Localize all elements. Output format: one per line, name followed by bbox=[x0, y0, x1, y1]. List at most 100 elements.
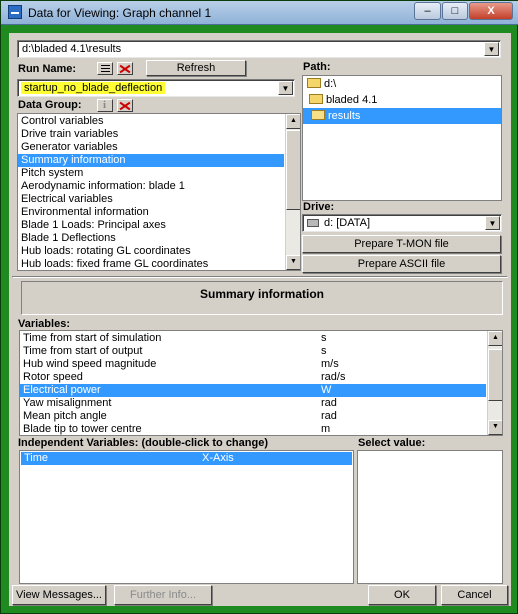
data-group-item[interactable]: Blade 1 Deflections bbox=[18, 232, 284, 245]
variable-name: Rotor speed bbox=[23, 371, 83, 383]
data-group-item[interactable]: Hub loads: rotating GL coordinates bbox=[18, 245, 284, 258]
variables-scrollbar[interactable]: ▲ ▼ bbox=[487, 331, 502, 435]
variable-row[interactable]: Time from start of simulation s bbox=[20, 332, 486, 345]
folder-open-icon bbox=[311, 110, 325, 121]
path-item-results[interactable]: results bbox=[303, 108, 501, 124]
variable-row[interactable]: Time from start of output s bbox=[20, 345, 486, 358]
scroll-thumb[interactable] bbox=[286, 130, 300, 210]
group-title-box: Summary information bbox=[21, 281, 503, 315]
variable-row[interactable]: Mean pitch angle rad bbox=[20, 410, 486, 423]
chevron-down-icon[interactable]: ▼ bbox=[484, 42, 499, 56]
path-tree[interactable]: d:\ bladed 4.1 results bbox=[302, 75, 502, 201]
data-group-item[interactable]: Aerodynamic information: blade 1 bbox=[18, 180, 284, 193]
separator bbox=[12, 276, 508, 278]
drive-value: d: [DATA] bbox=[324, 217, 371, 229]
data-group-item[interactable]: Electrical variables bbox=[18, 193, 284, 206]
scroll-thumb[interactable] bbox=[488, 349, 502, 401]
prepare-ascii-button[interactable]: Prepare ASCII file bbox=[302, 255, 501, 273]
refresh-button[interactable]: Refresh bbox=[146, 60, 246, 76]
variable-row[interactable]: Yaw misalignment rad bbox=[20, 397, 486, 410]
scroll-down-icon[interactable]: ▼ bbox=[488, 420, 502, 435]
variable-unit: s bbox=[321, 345, 327, 357]
independent-variable-row[interactable]: Time X-Axis bbox=[21, 452, 352, 465]
run-name-value: startup_no_blade_deflection bbox=[21, 82, 166, 94]
delete-icon[interactable] bbox=[117, 62, 133, 75]
path-item-label: bladed 4.1 bbox=[326, 94, 378, 106]
variable-row[interactable]: Hub wind speed magnitude m/s bbox=[20, 358, 486, 371]
variable-name: Hub wind speed magnitude bbox=[23, 358, 157, 370]
path-combo[interactable]: d:\bladed 4.1\results ▼ bbox=[17, 40, 501, 58]
app-icon bbox=[8, 5, 22, 19]
independent-variables-label: Independent Variables: (double-click to … bbox=[18, 437, 268, 449]
run-name-label: Run Name: bbox=[18, 63, 77, 75]
select-value-label: Select value: bbox=[358, 437, 426, 449]
chevron-down-icon[interactable]: ▼ bbox=[278, 81, 293, 95]
variable-row[interactable]: Blade tip to tower centre m bbox=[20, 423, 486, 435]
title-bar[interactable]: Data for Viewing: Graph channel 1 – □ X bbox=[1, 1, 518, 25]
drive-label: Drive: bbox=[303, 201, 335, 213]
independent-variables-list[interactable]: Time X-Axis bbox=[19, 450, 354, 584]
variable-unit: rad bbox=[321, 397, 337, 409]
variable-name: Electrical power bbox=[23, 384, 101, 396]
delete-icon[interactable] bbox=[117, 99, 133, 112]
info-icon[interactable]: i bbox=[97, 99, 113, 112]
data-group-list[interactable]: Control variables Drive train variables … bbox=[17, 113, 301, 271]
path-label: Path: bbox=[303, 61, 331, 73]
independent-variable-axis: X-Axis bbox=[202, 452, 234, 464]
chevron-down-icon[interactable]: ▼ bbox=[485, 216, 500, 230]
data-group-item[interactable]: Control variables bbox=[18, 115, 284, 128]
variable-unit: rad bbox=[321, 410, 337, 422]
data-group-item[interactable]: Hub loads: fixed frame GL coordinates bbox=[18, 258, 284, 270]
independent-variable-name: Time bbox=[24, 452, 49, 464]
path-item-label: d:\ bbox=[324, 78, 337, 90]
data-group-scrollbar[interactable]: ▲ ▼ bbox=[285, 114, 300, 270]
variable-name: Time from start of simulation bbox=[23, 332, 162, 344]
variable-unit: m bbox=[321, 423, 331, 435]
variable-unit: m/s bbox=[321, 358, 339, 370]
drive-icon bbox=[307, 219, 319, 227]
data-group-item-selected[interactable]: Summary information bbox=[18, 154, 284, 167]
group-title: Summary information bbox=[199, 287, 325, 301]
variable-name: Mean pitch angle bbox=[23, 410, 107, 422]
drive-combo[interactable]: d: [DATA] ▼ bbox=[302, 214, 502, 232]
variable-unit: rad/s bbox=[321, 371, 346, 383]
scroll-up-icon[interactable]: ▲ bbox=[488, 331, 502, 346]
folder-icon bbox=[307, 78, 321, 89]
variable-unit: W bbox=[321, 384, 332, 396]
variable-name: Blade tip to tower centre bbox=[23, 423, 142, 435]
close-button[interactable]: X bbox=[469, 2, 513, 20]
folder-icon bbox=[309, 94, 323, 105]
list-view-icon[interactable] bbox=[97, 62, 113, 75]
view-messages-button[interactable]: View Messages... bbox=[12, 585, 106, 605]
further-info-button[interactable]: Further Info... bbox=[114, 585, 212, 605]
data-group-item[interactable]: Drive train variables bbox=[18, 128, 284, 141]
dialog-window: Data for Viewing: Graph channel 1 – □ X … bbox=[0, 0, 518, 614]
data-group-item[interactable]: Pitch system bbox=[18, 167, 284, 180]
window-title: Data for Viewing: Graph channel 1 bbox=[28, 6, 212, 20]
variable-name: Yaw misalignment bbox=[23, 397, 112, 409]
minimize-button[interactable]: – bbox=[414, 2, 441, 20]
variable-row-selected[interactable]: Electrical power W bbox=[20, 384, 486, 397]
data-group-item[interactable]: Environmental information bbox=[18, 206, 284, 219]
select-value-list[interactable] bbox=[357, 450, 503, 584]
ok-button[interactable]: OK bbox=[368, 585, 436, 605]
dialog-body: d:\bladed 4.1\results ▼ Run Name: Refres… bbox=[9, 33, 511, 606]
path-item-label: results bbox=[328, 110, 361, 122]
data-group-label: Data Group: bbox=[18, 99, 82, 111]
cancel-button[interactable]: Cancel bbox=[441, 585, 508, 605]
data-group-item[interactable]: Blade 1 Loads: Principal axes bbox=[18, 219, 284, 232]
variable-row[interactable]: Rotor speed rad/s bbox=[20, 371, 486, 384]
maximize-button[interactable]: □ bbox=[442, 2, 468, 20]
path-item-root[interactable]: d:\ bbox=[303, 76, 501, 92]
run-name-combo[interactable]: startup_no_blade_deflection ▼ bbox=[17, 79, 295, 97]
variables-label: Variables: bbox=[18, 318, 70, 330]
scroll-up-icon[interactable]: ▲ bbox=[286, 114, 300, 129]
prepare-tmon-button[interactable]: Prepare T-MON file bbox=[302, 235, 501, 253]
variable-unit: s bbox=[321, 332, 327, 344]
path-item-bladed[interactable]: bladed 4.1 bbox=[303, 92, 501, 108]
scroll-down-icon[interactable]: ▼ bbox=[286, 255, 300, 270]
data-group-item[interactable]: Generator variables bbox=[18, 141, 284, 154]
variable-name: Time from start of output bbox=[23, 345, 143, 357]
variables-list[interactable]: Time from start of simulation s Time from… bbox=[19, 330, 503, 436]
path-combo-value: d:\bladed 4.1\results bbox=[22, 43, 122, 55]
